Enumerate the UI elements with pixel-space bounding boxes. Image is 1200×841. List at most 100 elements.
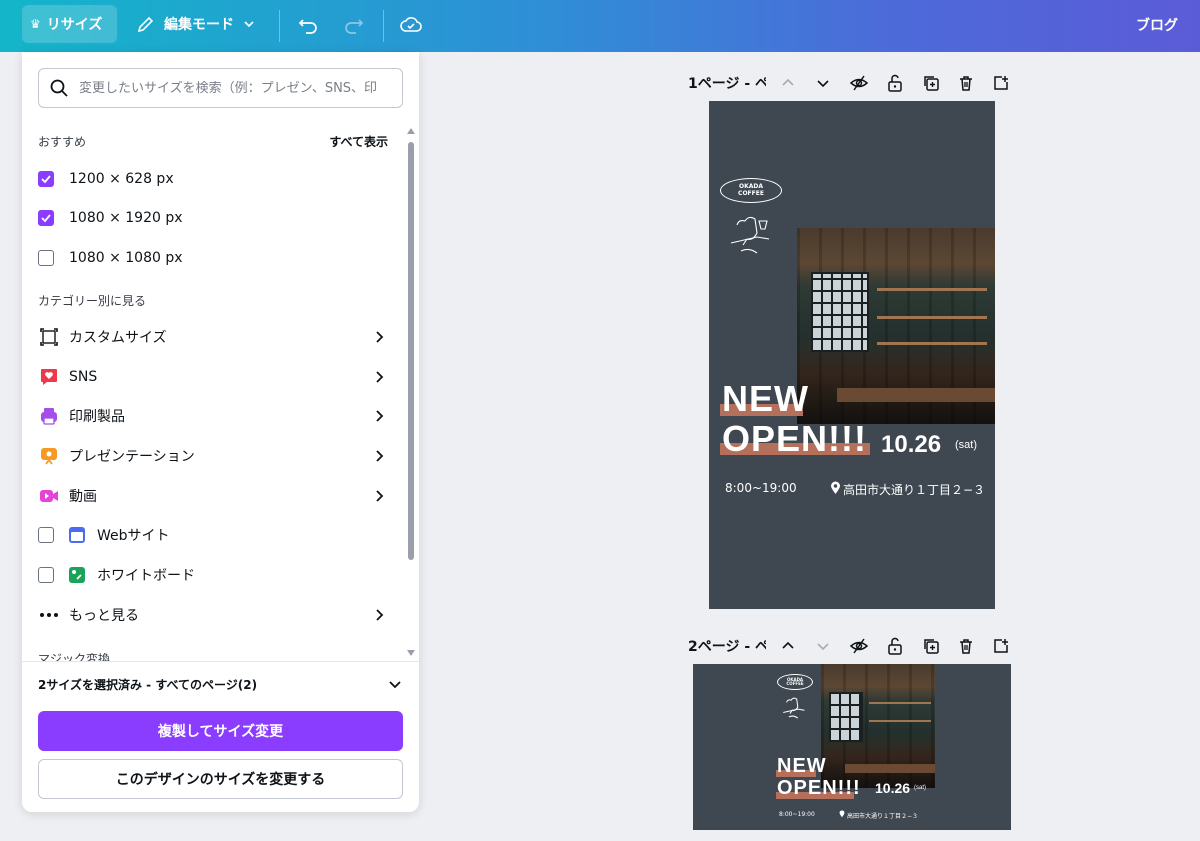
chevron-up-icon[interactable]	[776, 634, 800, 658]
category-sns[interactable]: SNS	[38, 359, 388, 395]
size-option-1080x1920[interactable]: 1080 × 1920 px	[38, 200, 388, 236]
size-option-label: 1080 × 1920 px	[69, 210, 183, 226]
size-option-1200x628[interactable]: 1200 × 628 px	[38, 161, 388, 197]
checkbox-unchecked[interactable]	[38, 567, 54, 583]
duplicate-page-icon[interactable]	[919, 71, 943, 95]
event-day: (sat)	[955, 439, 977, 451]
photo-shelf	[869, 702, 931, 704]
add-page-icon[interactable]	[989, 634, 1013, 658]
add-page-icon[interactable]	[989, 71, 1013, 95]
design-page-2[interactable]: OKADA COFFEE NEW OPEN!!! 10.26 (sat) 8:0…	[693, 664, 1011, 830]
redo-icon[interactable]	[340, 11, 368, 39]
photo-shelf	[877, 316, 987, 319]
panel-footer: 2サイズを選択済み - すべてのページ(2) 複製してサイズ変更 このデザインの…	[22, 661, 419, 812]
cloud-saved-icon[interactable]	[397, 11, 425, 39]
duplicate-page-icon[interactable]	[919, 634, 943, 658]
photo-window	[811, 272, 869, 352]
resize-panel: おすすめ すべて表示 1200 × 628 px 1080 × 1920 px …	[22, 52, 419, 812]
size-search[interactable]	[38, 68, 403, 108]
see-all-link[interactable]: すべて表示	[329, 133, 388, 150]
unlock-icon[interactable]	[883, 71, 907, 95]
chevron-down-icon[interactable]	[811, 71, 835, 95]
eye-hidden-icon[interactable]	[847, 71, 871, 95]
barista-illustration-icon	[730, 216, 770, 254]
whiteboard-icon	[66, 564, 88, 586]
event-date: 10.26	[881, 431, 942, 458]
size-option-label: 1200 × 628 px	[69, 171, 174, 187]
category-label: カスタムサイズ	[69, 330, 167, 346]
custom-size-icon	[38, 326, 60, 348]
edit-mode-button[interactable]: 編集モード	[136, 5, 256, 43]
duplicate-resize-button[interactable]: 複製してサイズ変更	[38, 711, 403, 751]
scroll-up-arrow[interactable]	[407, 128, 415, 134]
chevron-down-icon	[244, 21, 254, 28]
category-whiteboard[interactable]: ホワイトボード	[38, 557, 388, 593]
toolbar-divider	[383, 10, 384, 42]
scrollbar-thumb[interactable]	[408, 142, 414, 560]
checkbox-unchecked[interactable]	[38, 250, 54, 266]
headline-line-1: NEW	[777, 755, 827, 777]
trash-icon[interactable]	[954, 71, 978, 95]
category-print[interactable]: 印刷製品	[38, 398, 388, 434]
eye-hidden-icon[interactable]	[847, 634, 871, 658]
scroll-down-arrow[interactable]	[407, 650, 415, 656]
chevron-right-icon	[376, 371, 384, 383]
category-more[interactable]: もっと見る	[38, 597, 388, 633]
category-label: ホワイトボード	[97, 568, 195, 584]
selection-summary[interactable]: 2サイズを選択済み - すべてのページ(2)	[38, 676, 257, 693]
headline-line-2: OPEN!!!	[777, 777, 861, 799]
headline-line-1: NEW	[722, 378, 809, 419]
cafe-photo	[797, 228, 995, 424]
section-title-cutoff: マジック変換	[38, 653, 111, 661]
category-website[interactable]: Webサイト	[38, 517, 388, 553]
resize-design-button[interactable]: このデザインのサイズを変更する	[38, 759, 403, 799]
video-icon	[38, 485, 60, 507]
checkbox-checked[interactable]	[38, 210, 54, 226]
chevron-right-icon	[376, 490, 384, 502]
photo-shelf	[877, 288, 987, 291]
search-input[interactable]	[79, 80, 399, 96]
page-2-header: 2ページ - ペ	[688, 634, 1013, 658]
top-toolbar: ♛ リサイズ 編集モード ブログ	[0, 0, 1200, 52]
category-custom-size[interactable]: カスタムサイズ	[38, 319, 388, 355]
chevron-right-icon	[376, 609, 384, 621]
photo-counter	[845, 764, 935, 773]
page-2-title[interactable]: 2ページ - ペ	[688, 636, 766, 656]
undo-icon[interactable]	[294, 11, 322, 39]
page-1-header: 1ページ - ペ	[688, 71, 1013, 95]
category-presentation[interactable]: プレゼンテーション	[38, 438, 388, 474]
opening-hours: 8:00~19:00	[779, 811, 815, 818]
checkbox-checked[interactable]	[38, 171, 54, 187]
event-date: 10.26	[875, 780, 911, 796]
more-dots-icon	[38, 604, 60, 626]
logo-line-2: COFFEE	[738, 189, 764, 197]
chevron-up-icon[interactable]	[776, 71, 800, 95]
category-label: Webサイト	[97, 528, 170, 544]
blog-title[interactable]: ブログ	[1136, 15, 1178, 35]
category-label: SNS	[69, 369, 98, 385]
category-video[interactable]: 動画	[38, 478, 388, 514]
checkbox-unchecked[interactable]	[38, 527, 54, 543]
chevron-right-icon	[376, 410, 384, 422]
headline-line-2: OPEN!!!	[722, 418, 867, 459]
resize-button[interactable]: ♛ リサイズ	[22, 5, 117, 43]
chevron-right-icon	[376, 450, 384, 462]
chevron-down-icon[interactable]	[387, 676, 403, 692]
category-title: カテゴリー別に見る	[38, 294, 147, 308]
photo-shelf	[869, 720, 931, 722]
trash-icon[interactable]	[954, 634, 978, 658]
category-label: もっと見る	[69, 608, 139, 624]
chevron-right-icon	[376, 331, 384, 343]
unlock-icon[interactable]	[883, 634, 907, 658]
size-option-1080x1080[interactable]: 1080 × 1080 px	[38, 240, 388, 276]
brand-logo: OKADA COFFEE	[777, 674, 813, 690]
address: 高田市大通り１丁目２−３	[847, 813, 919, 820]
event-day: (sat)	[914, 785, 926, 791]
design-page-1[interactable]: OKADA COFFEE NEW OPEN!!! 10.26 (sat) 8:0…	[709, 101, 995, 609]
size-option-label: 1080 × 1080 px	[69, 250, 183, 266]
presentation-icon	[38, 445, 60, 467]
brand-logo: OKADA COFFEE	[720, 178, 782, 203]
page-1-title[interactable]: 1ページ - ペ	[688, 73, 766, 93]
printer-icon	[38, 405, 60, 427]
chevron-down-icon[interactable]	[811, 634, 835, 658]
